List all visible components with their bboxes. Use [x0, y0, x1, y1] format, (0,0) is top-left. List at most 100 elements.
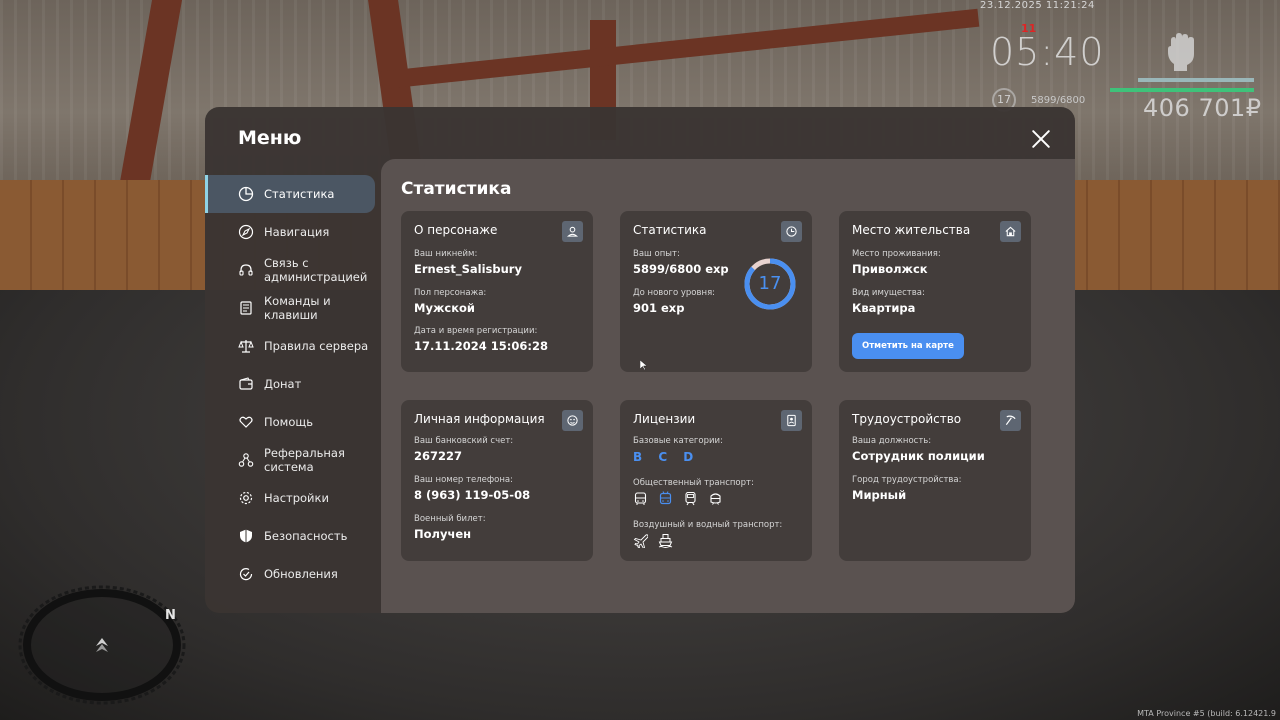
sidebar-item-label: Донат: [264, 377, 302, 391]
registration-label: Дата и время регистрации:: [414, 326, 538, 336]
tram-icon: [708, 491, 723, 506]
next-level-label: До нового уровня:: [633, 288, 716, 298]
hud-game-time: 05:40: [990, 30, 1105, 74]
gender-value: Мужской: [414, 301, 475, 315]
sidebar-item-help[interactable]: Помощь: [205, 403, 381, 441]
hud-health-bar: [1110, 88, 1254, 92]
home-icon: [1000, 221, 1021, 242]
hud-money: 406 701₽: [1143, 94, 1262, 122]
clock-icon: [781, 221, 802, 242]
sidebar-item-referral[interactable]: Реферальная система: [205, 441, 381, 479]
sidebar-item-label: Реферальная система: [264, 446, 345, 474]
character-card: О персонаже Ваш никнейм: Ernest_Salisbur…: [401, 211, 593, 372]
property-type-value: Квартира: [852, 301, 916, 315]
gender-label: Пол персонажа:: [414, 288, 487, 298]
residence-card: Место жительства Место проживания: Приво…: [839, 211, 1031, 372]
residence-place-label: Место проживания:: [852, 249, 941, 259]
bank-account-value: 267227: [414, 449, 463, 463]
build-info: MTA Province #5 (build: 6.12421.9: [1137, 709, 1276, 718]
card-title: Место жительства: [852, 223, 971, 237]
employment-city-value: Мирный: [852, 488, 907, 502]
property-type-label: Вид имущества:: [852, 288, 925, 298]
personal-info-card: Личная информация Ваш банковский счет: 2…: [401, 400, 593, 561]
residence-place-value: Приволжск: [852, 262, 928, 276]
air-water-transport-label: Воздушный и водный транспорт:: [633, 520, 783, 530]
user-icon: [562, 221, 583, 242]
pie-chart-icon: [238, 186, 254, 202]
base-categories-label: Базовые категории:: [633, 436, 723, 446]
next-level-value: 901 exp: [633, 301, 685, 315]
mark-on-map-button[interactable]: Отметить на карте: [852, 333, 964, 359]
air-water-transport-icons: [633, 533, 673, 550]
employment-city-label: Город трудоустройства:: [852, 475, 962, 485]
sidebar-item-settings[interactable]: Настройки: [205, 479, 381, 517]
airplane-icon: [633, 533, 649, 550]
sidebar-item-label: Статистика: [264, 187, 335, 201]
exp-value: 5899/6800 exp: [633, 262, 729, 276]
sidebar-item-label: Настройки: [264, 491, 329, 505]
sidebar-item-label: Обновления: [264, 567, 338, 581]
registration-value: 17.11.2024 15:06:28: [414, 339, 548, 353]
sidebar-item-label: Команды и клавиши: [264, 294, 331, 322]
modal-title: Меню: [238, 127, 302, 149]
page-title: Статистика: [401, 179, 512, 199]
pickaxe-icon: [1000, 410, 1021, 431]
sidebar-item-label: Безопасность: [264, 529, 348, 543]
public-transport-label: Общественный транспорт:: [633, 478, 754, 488]
trolleybus-icon: [658, 491, 673, 506]
licenses-card: Лицензии Базовые категории: B C D Общест…: [620, 400, 812, 561]
card-title: Лицензии: [633, 412, 696, 426]
experience-card: Статистика Ваш опыт: 5899/6800 exp До но…: [620, 211, 812, 372]
hud-datetime: 23.12.2025 11:21:24: [980, 0, 1095, 11]
gear-icon: [238, 490, 254, 506]
mouse-cursor-icon: [640, 360, 648, 370]
sidebar-item-rules[interactable]: Правила сервера: [205, 327, 381, 365]
compass-icon: [238, 224, 254, 240]
card-title: Статистика: [633, 223, 707, 237]
public-transport-icons: [633, 491, 723, 506]
sidebar-item-updates[interactable]: Обновления: [205, 555, 381, 593]
network-icon: [238, 452, 254, 468]
hud-exp: 5899/6800: [1031, 95, 1086, 106]
phone-value: 8 (963) 119-05-08: [414, 488, 531, 502]
wallet-icon: [238, 376, 254, 392]
exp-label: Ваш опыт:: [633, 249, 680, 259]
fist-icon: [1163, 32, 1199, 72]
bank-account-label: Ваш банковский счет:: [414, 436, 514, 446]
radar-north-label: N: [165, 608, 176, 623]
id-card-icon: [781, 410, 802, 431]
close-button[interactable]: [1031, 129, 1051, 149]
sidebar-item-admin-contact[interactable]: Связь с администрацией: [205, 251, 381, 289]
sidebar-item-security[interactable]: Безопасность: [205, 517, 381, 555]
card-title: О персонаже: [414, 223, 498, 237]
sidebar-item-navigation[interactable]: Навигация: [205, 213, 381, 251]
position-label: Ваша должность:: [852, 436, 932, 446]
nickname-label: Ваш никнейм:: [414, 249, 478, 259]
sidebar-item-label: Навигация: [264, 225, 330, 239]
sidebar-nav: Статистика Навигация Связь с администрац…: [205, 175, 381, 593]
shield-icon: [238, 528, 254, 544]
card-title: Личная информация: [414, 412, 545, 426]
base-categories-value: B C D: [633, 450, 700, 464]
train-icon: [683, 491, 698, 506]
employment-card: Трудоустройство Ваша должность: Сотрудни…: [839, 400, 1031, 561]
sidebar-item-label: Связь с администрацией: [264, 256, 368, 284]
nickname-value: Ernest_Salisbury: [414, 262, 522, 276]
boat-icon: [658, 533, 673, 548]
phone-label: Ваш номер телефона:: [414, 475, 513, 485]
scales-icon: [238, 338, 254, 354]
statistics-panel: Статистика О персонаже Ваш никнейм: Erne…: [381, 159, 1075, 613]
refresh-check-icon: [238, 566, 254, 582]
sidebar-item-donate[interactable]: Донат: [205, 365, 381, 403]
military-id-value: Получен: [414, 527, 472, 541]
sidebar-item-label: Помощь: [264, 415, 314, 429]
minimap-radar: N: [12, 580, 192, 710]
face-icon: [562, 410, 583, 431]
sidebar-item-statistics[interactable]: Статистика: [205, 175, 375, 213]
bus-icon: [633, 491, 648, 506]
military-id-label: Военный билет:: [414, 514, 486, 524]
heart-hand-icon: [238, 414, 254, 430]
sidebar-item-commands[interactable]: Команды и клавиши: [205, 289, 381, 327]
level-number: 17: [758, 273, 782, 294]
sidebar-item-label: Правила сервера: [264, 339, 369, 353]
